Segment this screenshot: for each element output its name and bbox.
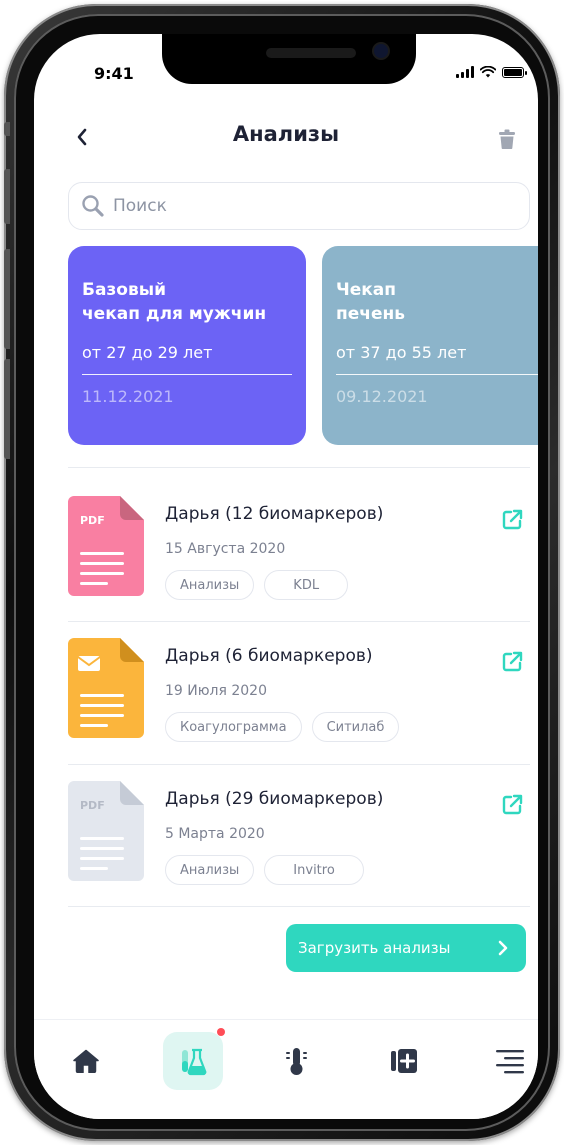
menu-icon xyxy=(496,1050,524,1074)
tag[interactable]: Коагулограмма xyxy=(165,712,302,742)
medical-card-icon xyxy=(391,1049,417,1073)
divider xyxy=(68,764,530,765)
volume-up-button xyxy=(4,249,10,349)
document-date: 15 Августа 2020 xyxy=(165,541,286,557)
tab-home[interactable] xyxy=(56,1032,116,1090)
document-title: Дарья (6 биомаркеров) xyxy=(165,646,373,666)
file-type-label: PDF xyxy=(80,514,105,527)
document-title: Дарья (29 биомаркеров) xyxy=(165,789,384,809)
external-link-icon[interactable] xyxy=(500,508,524,532)
screen: 9:41 Анализы Поиск Базовый чекап для муж… xyxy=(34,34,538,1119)
pdf-file-icon xyxy=(68,496,144,596)
delete-button[interactable] xyxy=(496,126,518,152)
search-input[interactable] xyxy=(113,196,493,216)
mute-switch xyxy=(4,169,10,224)
document-item[interactable]: Дарья (6 биомаркеров) 19 Июля 2020 Коагу… xyxy=(68,628,530,758)
tab-temperature[interactable] xyxy=(266,1032,326,1090)
phone-frame: 9:41 Анализы Поиск Базовый чекап для муж… xyxy=(4,4,560,1141)
tag[interactable]: Ситилаб xyxy=(311,712,400,742)
file-type-label: PDF xyxy=(80,799,105,812)
search-box[interactable] xyxy=(68,182,530,230)
tag[interactable]: KDL xyxy=(264,570,349,600)
status-time: 9:41 xyxy=(94,64,134,83)
camera xyxy=(374,44,388,58)
trash-icon xyxy=(499,129,515,149)
tab-analyses[interactable] xyxy=(163,1028,225,1090)
checkup-carousel[interactable]: Базовый чекап для мужчин от 27 до 29 лет… xyxy=(68,246,538,446)
document-tags: Анализы KDL xyxy=(165,570,349,600)
battery-icon xyxy=(502,66,527,78)
checkup-card-title: Чекап печень xyxy=(336,280,405,324)
divider xyxy=(68,621,530,622)
tab-menu[interactable] xyxy=(480,1032,538,1090)
pdf-file-icon xyxy=(68,781,144,881)
notification-badge xyxy=(217,1028,225,1036)
thermometer-icon xyxy=(286,1048,307,1075)
tag[interactable]: Invitro xyxy=(264,855,364,885)
checkup-card-age: от 37 до 55 лет xyxy=(336,343,538,375)
document-title: Дарья (12 биомаркеров) xyxy=(165,504,384,524)
home-icon xyxy=(73,1049,99,1073)
status-icons xyxy=(456,66,527,78)
divider xyxy=(68,906,530,907)
speaker xyxy=(266,48,356,58)
divider xyxy=(68,467,530,468)
tag[interactable]: Анализы xyxy=(165,570,255,600)
document-item[interactable]: PDF Дарья (12 биомаркеров) 15 Августа 20… xyxy=(68,486,530,616)
upload-button-label: Загрузить анализы xyxy=(298,939,451,957)
volume-down-button xyxy=(4,359,10,459)
mail-file-icon xyxy=(68,638,144,738)
notch xyxy=(162,34,416,84)
document-tags: Коагулограмма Ситилаб xyxy=(165,712,400,742)
document-date: 19 Июля 2020 xyxy=(165,683,267,699)
checkup-card-age: от 27 до 29 лет xyxy=(82,343,292,375)
checkup-card-date: 11.12.2021 xyxy=(82,387,174,406)
chevron-right-icon xyxy=(498,940,508,956)
page-title: Анализы xyxy=(232,122,340,146)
external-link-icon[interactable] xyxy=(500,793,524,817)
checkup-card[interactable]: Чекап печень от 37 до 55 лет 09.12.2021 xyxy=(322,246,538,445)
upload-analyses-button[interactable]: Загрузить анализы xyxy=(286,924,526,972)
side-button xyxy=(4,122,10,136)
document-tags: Анализы Invitro xyxy=(165,855,364,885)
checkup-card-date: 09.12.2021 xyxy=(336,387,428,406)
search-icon xyxy=(82,195,104,217)
tag[interactable]: Анализы xyxy=(165,855,255,885)
checkup-card[interactable]: Базовый чекап для мужчин от 27 до 29 лет… xyxy=(68,246,306,445)
external-link-icon[interactable] xyxy=(500,650,524,674)
tab-medical-card[interactable] xyxy=(374,1032,434,1090)
flask-icon xyxy=(182,1048,207,1076)
document-date: 5 Марта 2020 xyxy=(165,826,265,842)
tab-bar xyxy=(34,1019,538,1119)
checkup-card-title: Базовый чекап для мужчин xyxy=(82,280,267,324)
signal-icon xyxy=(456,66,474,78)
document-item[interactable]: PDF Дарья (29 биомаркеров) 5 Марта 2020 … xyxy=(68,771,530,901)
wifi-icon xyxy=(480,66,496,78)
